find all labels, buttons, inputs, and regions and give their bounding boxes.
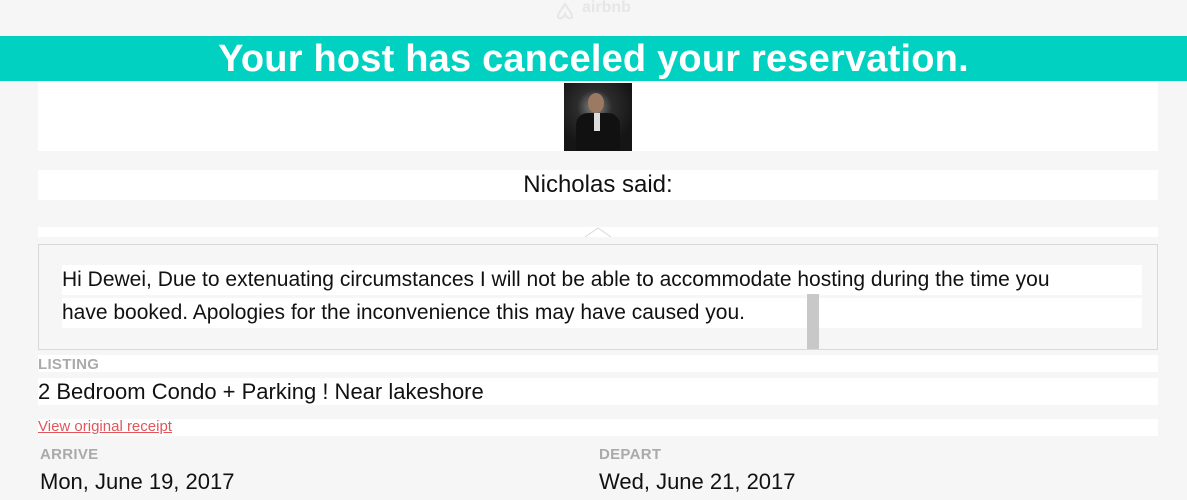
listing-label-strip bbox=[38, 355, 1158, 372]
depart-date: Wed, June 21, 2017 bbox=[599, 469, 796, 494]
listing-name: 2 Bedroom Condo + Parking ! Near lakesho… bbox=[38, 379, 484, 404]
depart-label: DEPART bbox=[599, 446, 662, 463]
receipt-link-strip bbox=[38, 419, 1158, 436]
listing-label: LISTING bbox=[38, 356, 100, 373]
logo-text: airbnb bbox=[582, 0, 631, 16]
host-said-label: Nicholas said: bbox=[38, 170, 1158, 200]
airbnb-belo-icon bbox=[556, 2, 574, 20]
view-receipt-link[interactable]: View original receipt bbox=[38, 418, 172, 435]
message-scrollbar[interactable] bbox=[807, 294, 819, 349]
host-avatar bbox=[564, 83, 632, 151]
message-line-2: have booked. Apologies for the inconveni… bbox=[62, 298, 1142, 328]
arrive-label: ARRIVE bbox=[40, 446, 99, 463]
cancellation-banner: Your host has canceled your reservation. bbox=[0, 36, 1187, 81]
arrive-date: Mon, June 19, 2017 bbox=[40, 469, 235, 494]
airbnb-logo[interactable]: airbnb bbox=[552, 0, 652, 22]
speech-caret-icon bbox=[585, 227, 611, 245]
message-line-1: Hi Dewei, Due to extenuating circumstanc… bbox=[62, 265, 1142, 295]
host-message-box: Hi Dewei, Due to extenuating circumstanc… bbox=[38, 244, 1158, 350]
